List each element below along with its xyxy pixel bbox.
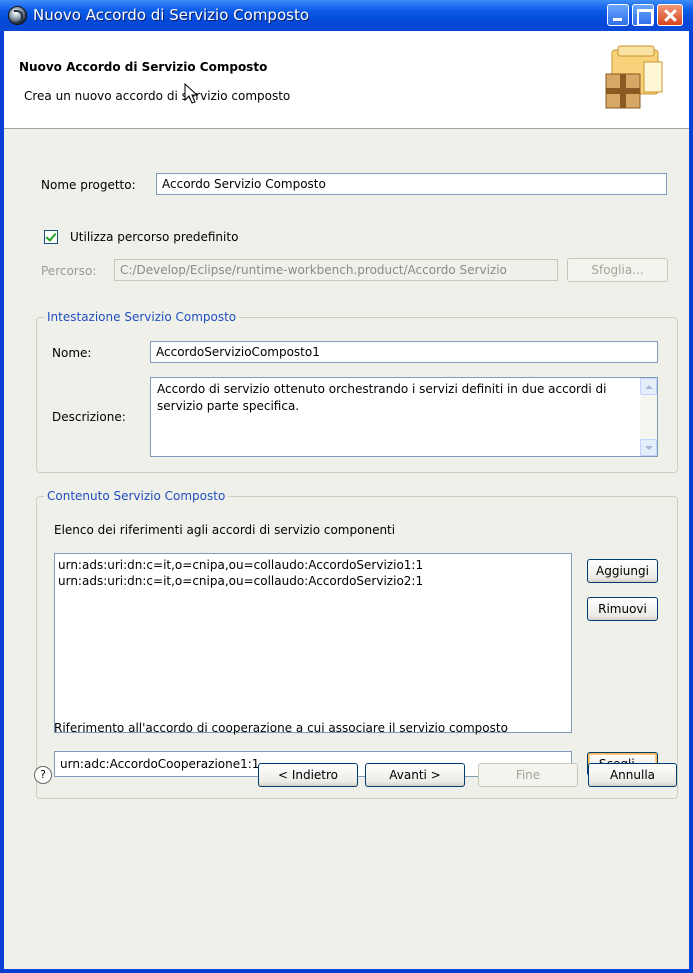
add-button[interactable]: Aggiungi [587,559,658,583]
content-group-legend: Contenuto Servizio Composto [44,489,229,503]
service-description-textarea[interactable]: Accordo di servizio ottenuto orchestrand… [150,377,658,457]
help-icon[interactable]: ? [34,766,52,784]
header-group-legend: Intestazione Servizio Composto [44,310,240,324]
use-default-path-label: Utilizza percorso predefinito [70,230,239,244]
project-name-label: Nome progetto: [41,178,136,192]
service-description-label: Descrizione: [52,410,126,424]
wizard-window: Nuovo Accordo di Servizio Composto Nuovo… [0,0,693,973]
service-name-input[interactable]: AccordoServizioComposto1 [150,341,658,363]
use-default-path-checkbox[interactable] [44,230,58,244]
project-name-input[interactable]: Accordo Servizio Composto [156,173,667,195]
remove-button[interactable]: Rimuovi [587,597,658,621]
components-list-label: Elenco dei riferimenti agli accordi di s… [54,523,396,537]
scroll-up-icon[interactable] [640,378,657,395]
components-list[interactable]: urn:ads:uri:dn:c=it,o=cnipa,ou=collaudo:… [54,553,572,733]
path-input[interactable]: C:/Develop/Eclipse/runtime-workbench.pro… [114,259,558,281]
finish-button[interactable]: Fine [478,763,578,787]
mouse-cursor-icon [184,83,198,104]
list-item[interactable]: urn:ads:uri:dn:c=it,o=cnipa,ou=collaudo:… [58,557,568,573]
description-scrollbar[interactable] [640,378,657,456]
browse-button[interactable]: Sfoglia... [567,258,668,282]
eclipse-app-icon [8,6,27,25]
path-label: Percorso: [41,264,97,278]
wizard-header: Nuovo Accordo di Servizio Composto Crea … [4,31,689,129]
window-title: Nuovo Accordo di Servizio Composto [33,6,310,24]
wizard-client-area: Nuovo Accordo di Servizio Composto Crea … [4,31,689,969]
package-wizard-icon [605,45,663,109]
list-item[interactable]: urn:ads:uri:dn:c=it,o=cnipa,ou=collaudo:… [58,573,568,589]
maximize-button[interactable] [632,4,654,26]
back-button[interactable]: < Indietro [258,763,358,787]
title-bar[interactable]: Nuovo Accordo di Servizio Composto [0,0,693,31]
cancel-button[interactable]: Annulla [588,763,677,787]
wizard-page-title: Nuovo Accordo di Servizio Composto [19,60,268,74]
wizard-page-description: Crea un nuovo accordo di servizio compos… [24,89,291,103]
cooperation-label: Riferimento all'accordo di cooperazione … [54,721,508,735]
close-button[interactable] [657,4,683,26]
service-name-label: Nome: [52,346,92,360]
service-description-text: Accordo di servizio ottenuto orchestrand… [157,382,607,413]
next-button[interactable]: Avanti > [365,763,465,787]
minimize-button[interactable] [607,4,629,26]
scroll-down-icon[interactable] [640,439,657,456]
